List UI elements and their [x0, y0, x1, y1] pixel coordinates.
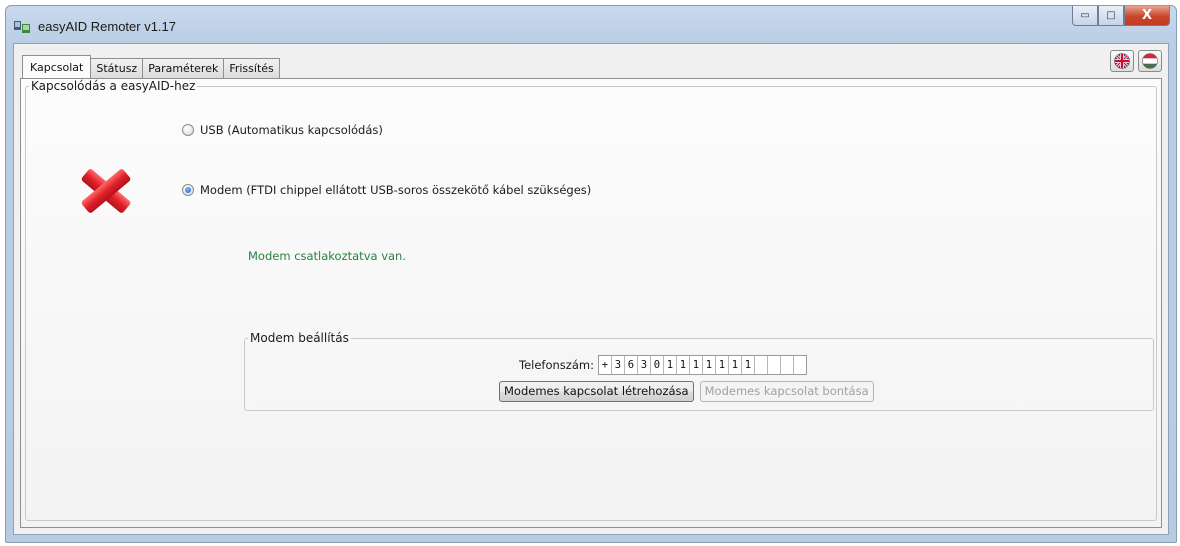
english-language-button[interactable]: [1110, 50, 1134, 72]
phone-row: Telefonszám: + 3 6 3 0 1 1 1 1 1 1 1: [519, 355, 807, 375]
phone-digit[interactable]: 1: [729, 356, 742, 374]
phone-digit[interactable]: 1: [677, 356, 690, 374]
phone-label: Telefonszám:: [519, 358, 594, 372]
hungarian-language-button[interactable]: [1138, 50, 1162, 72]
phone-digit[interactable]: 1: [664, 356, 677, 374]
tab-panel-kapcsolat: Kapcsolódás a easyAID-hez USB (Automatik…: [20, 78, 1162, 528]
tab-strip: Kapcsolat Státusz Paraméterek Frissítés: [22, 55, 280, 78]
phone-digit[interactable]: +: [599, 356, 612, 374]
phone-digit[interactable]: 3: [612, 356, 625, 374]
connection-status-message: Modem csatlakoztatva van.: [248, 249, 406, 263]
usb-radio[interactable]: [182, 124, 194, 136]
maximize-button[interactable]: □: [1098, 6, 1124, 26]
modem-settings-legend: Modem beállítás: [250, 331, 349, 345]
tab-statusz[interactable]: Státusz: [90, 58, 144, 78]
phone-digit[interactable]: 0: [651, 356, 664, 374]
language-buttons: [1110, 50, 1162, 72]
phone-digit[interactable]: [794, 356, 806, 374]
modem-disconnect-button[interactable]: Modemes kapcsolat bontása: [699, 381, 874, 402]
modem-option-label[interactable]: Modem (FTDI chippel ellátott USB-soros ö…: [200, 183, 591, 197]
phone-digit[interactable]: 3: [638, 356, 651, 374]
phone-digit[interactable]: 1: [703, 356, 716, 374]
connection-group: Kapcsolódás a easyAID-hez USB (Automatik…: [25, 79, 1157, 521]
tab-kapcsolat[interactable]: Kapcsolat: [22, 55, 92, 78]
modem-connect-button[interactable]: Modemes kapcsolat létrehozása: [499, 381, 694, 402]
uk-flag-icon: [1114, 53, 1130, 69]
caption-buttons: ▭ □ X: [1072, 6, 1170, 30]
minimize-button[interactable]: ▭: [1072, 6, 1098, 26]
modem-option[interactable]: Modem (FTDI chippel ellátott USB-soros ö…: [182, 183, 591, 197]
hungary-flag-icon: [1142, 53, 1158, 69]
phone-digit[interactable]: [755, 356, 768, 374]
modem-button-row: Modemes kapcsolat létrehozása Modemes ka…: [499, 381, 874, 402]
tab-parameterek[interactable]: Paraméterek: [142, 58, 225, 78]
phone-digit[interactable]: 6: [625, 356, 638, 374]
phone-digit[interactable]: 1: [690, 356, 703, 374]
phone-digit[interactable]: 1: [716, 356, 729, 374]
phone-digit[interactable]: 1: [742, 356, 755, 374]
app-icon: [14, 21, 30, 33]
usb-option-label[interactable]: USB (Automatikus kapcsolódás): [200, 123, 383, 137]
modem-settings-group: Modem beállítás Telefonszám: + 3 6 3 0 1…: [244, 331, 1154, 411]
close-button[interactable]: X: [1124, 6, 1170, 26]
client-area: Kapcsolat Státusz Paraméterek Frissítés: [13, 43, 1169, 535]
red-x-icon: [81, 169, 131, 213]
title-bar[interactable]: easyAID Remoter v1.17 ▭ □ X: [6, 6, 1176, 44]
connection-group-legend: Kapcsolódás a easyAID-hez: [31, 79, 196, 93]
usb-option[interactable]: USB (Automatikus kapcsolódás): [182, 123, 383, 137]
modem-radio[interactable]: [182, 184, 194, 196]
window-title: easyAID Remoter v1.17: [38, 19, 177, 34]
phone-digit[interactable]: [768, 356, 781, 374]
phone-digit[interactable]: [781, 356, 794, 374]
phone-number-input[interactable]: + 3 6 3 0 1 1 1 1 1 1 1: [597, 355, 807, 375]
tab-frissites[interactable]: Frissítés: [223, 58, 280, 78]
app-window: easyAID Remoter v1.17 ▭ □ X Kapcsolat St…: [5, 5, 1177, 543]
